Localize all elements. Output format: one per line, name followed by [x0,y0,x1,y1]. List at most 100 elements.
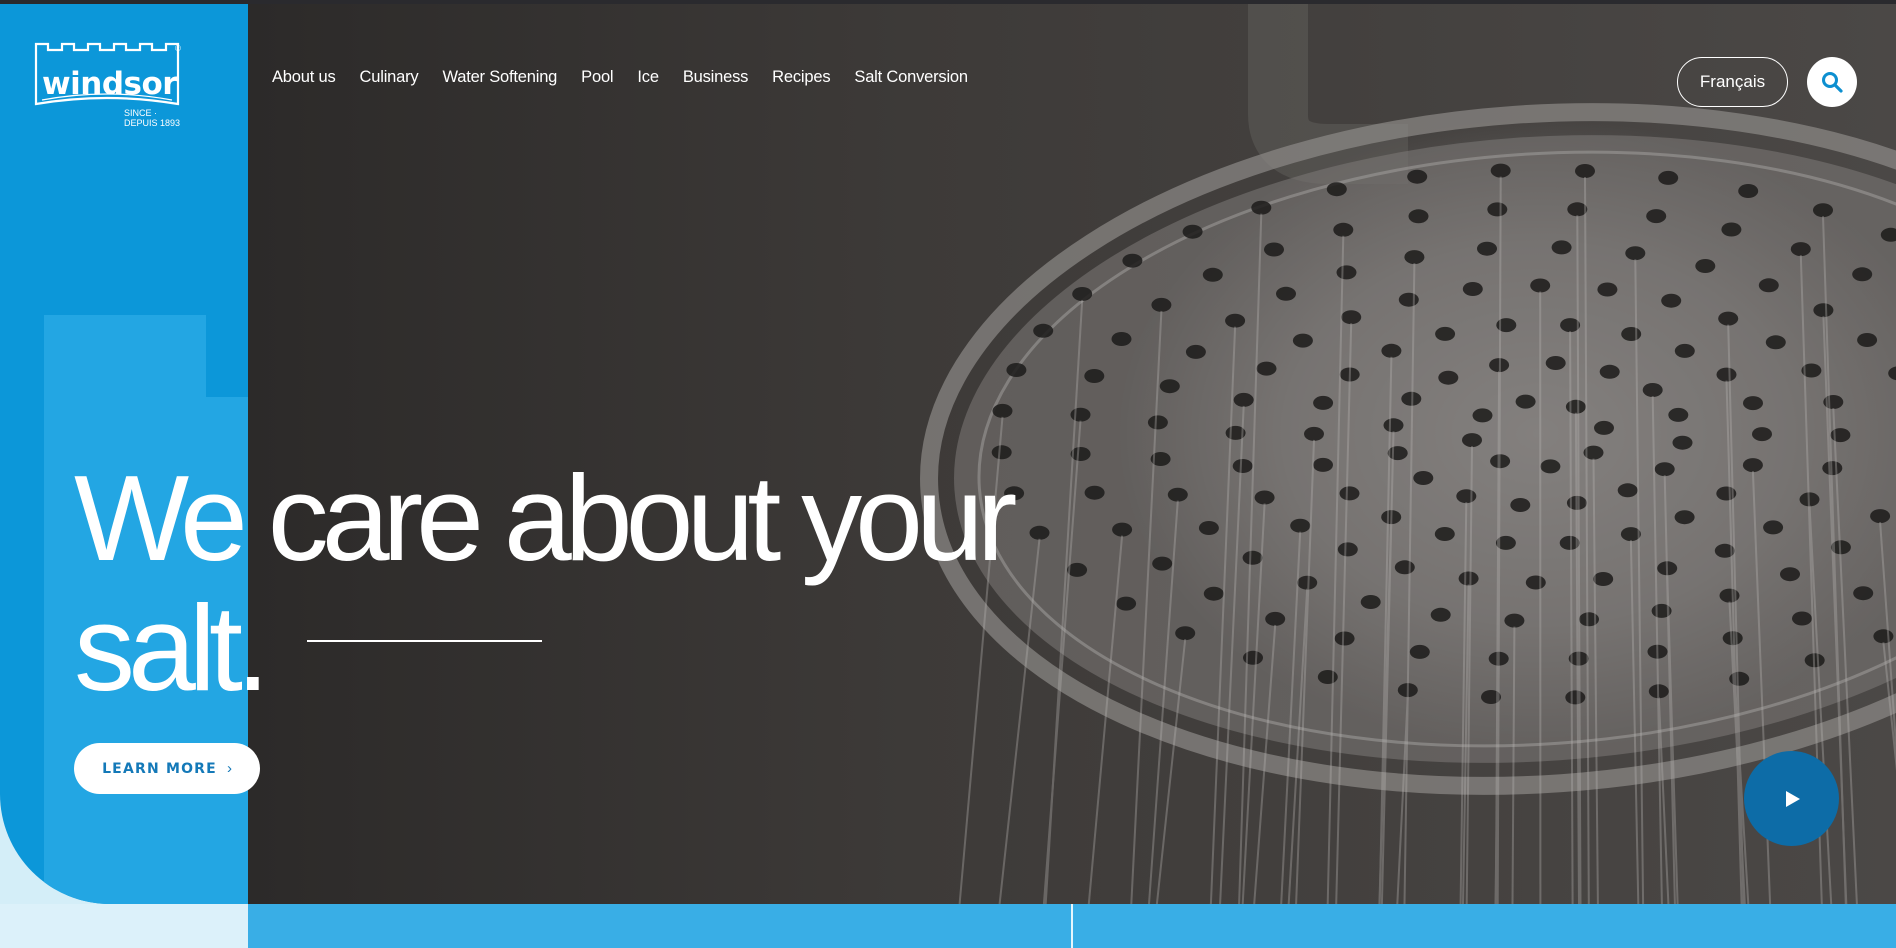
nozzle-dot [1167,487,1188,502]
nozzle-dot [1472,408,1493,423]
nozzle-dot [1594,420,1614,435]
nozzle-dot [1336,265,1357,280]
nozzle-dot [1722,631,1743,646]
nozzle-dot [1434,527,1455,541]
nozzle-dot [1551,240,1572,255]
nozzle-dot [1006,363,1027,377]
windsor-logo[interactable]: windsor SINCE · DEPUIS 1893 ® [32,42,184,128]
nozzle-dot [1658,170,1679,185]
nozzle-dot [1387,446,1408,461]
learn-more-label: LEARN MORE [102,760,217,777]
nozzle-dot [1625,246,1646,261]
nozzle-dot [1530,278,1551,293]
nozzle-dot [1504,613,1525,628]
nozzle-dot [1383,418,1404,433]
chevron-right-icon: › [226,760,232,777]
play-icon [1785,790,1800,807]
nozzle-dot [1264,242,1284,257]
nozzle-dot [1360,595,1381,609]
nozzle-dot [1029,525,1050,540]
nozzle-dot [1654,462,1675,477]
nav-about-us[interactable]: About us [272,68,336,87]
nozzle-dot [1852,267,1873,282]
nav-water-softening[interactable]: Water Softening [442,68,557,87]
nozzle-dot [1719,588,1740,603]
nozzle-dot [992,403,1013,418]
nozzle-dot [1175,626,1196,641]
nozzle-dot [1435,326,1456,341]
nozzle-dot [1408,209,1429,224]
nozzle-dot [1203,586,1224,601]
search-icon [1822,72,1843,93]
nozzle-dot [1853,586,1874,601]
nav-recipes[interactable]: Recipes [772,68,830,87]
logo-since-1893: SINCE · DEPUIS 1893 [124,108,181,128]
nozzle-dot [1545,356,1566,370]
video-play-button[interactable] [1744,751,1839,846]
nozzle-dot [1313,395,1334,410]
nav-culinary[interactable]: Culinary [360,68,419,87]
nozzle-dot [1394,560,1415,575]
nozzle-dot [1456,489,1477,504]
nozzle-dot [1593,572,1614,586]
nozzle-dot [1407,169,1428,184]
nozzle-dot [1337,542,1358,557]
nozzle-dot [1780,567,1800,582]
nozzle-dot [1565,399,1586,414]
nozzle-dot [1116,596,1137,611]
nozzle-dot [1304,426,1324,441]
nozzle-dot [1621,327,1642,341]
nozzle-dot [1409,644,1430,659]
nozzle-dot [1813,203,1833,218]
nozzle-dot [1597,282,1618,297]
nav-business[interactable]: Business [683,68,749,87]
nozzle-dot [1790,242,1811,257]
nozzle-dot [1565,690,1586,705]
nozzle-dot [1398,292,1419,307]
headline-decorative-line [306,640,542,642]
nozzle-dot [1242,550,1263,565]
nozzle-dot [1198,521,1219,535]
bottom-strip-divider [1071,904,1073,948]
nozzle-dot [1084,485,1105,500]
nozzle-dot [1870,509,1891,524]
nozzle-dot [1477,241,1497,256]
nozzle-dot [1151,297,1172,312]
nozzle-dot [1672,435,1693,450]
registered-mark: ® [175,44,181,53]
learn-more-button[interactable]: LEARN MORE › [74,743,260,794]
nozzle-dot [1487,202,1508,217]
nozzle-dot [1752,427,1772,442]
nav-salt-conversion[interactable]: Salt Conversion [854,68,968,87]
nozzle-dot [1339,486,1360,501]
nozzle-dot [1792,611,1812,626]
nozzle-dot [1182,224,1203,239]
nozzle-dot [1575,164,1595,178]
nozzle-dot [1525,575,1546,590]
nozzle-dot [1438,370,1459,385]
nozzle-dot [1765,335,1786,350]
nozzle-dot [1159,379,1180,394]
nozzle-dot [1033,323,1054,338]
nozzle-dot [1185,344,1206,359]
nozzle-dot [1084,369,1105,383]
nozzle-dot [1256,361,1277,376]
nozzle-dot [1147,415,1168,430]
nozzle-dot [1413,471,1434,485]
bottom-left-background [0,904,260,948]
language-toggle-button[interactable]: Français [1677,57,1788,107]
nozzle-dot [1292,333,1313,348]
search-button[interactable] [1807,57,1857,107]
nozzle-dot [1716,367,1737,382]
nav-ice[interactable]: Ice [637,68,659,87]
nozzle-dot [1233,392,1254,407]
nozzle-dot [1313,457,1333,472]
nozzle-dot [1458,571,1479,586]
nozzle-dot [1381,343,1402,358]
nozzle-dot [1721,222,1742,237]
nozzle-dot [1873,629,1894,644]
nozzle-dot [1297,575,1318,590]
nozzle-dot [1540,459,1561,474]
nav-pool[interactable]: Pool [581,68,613,87]
nozzle-dot [1642,383,1663,397]
